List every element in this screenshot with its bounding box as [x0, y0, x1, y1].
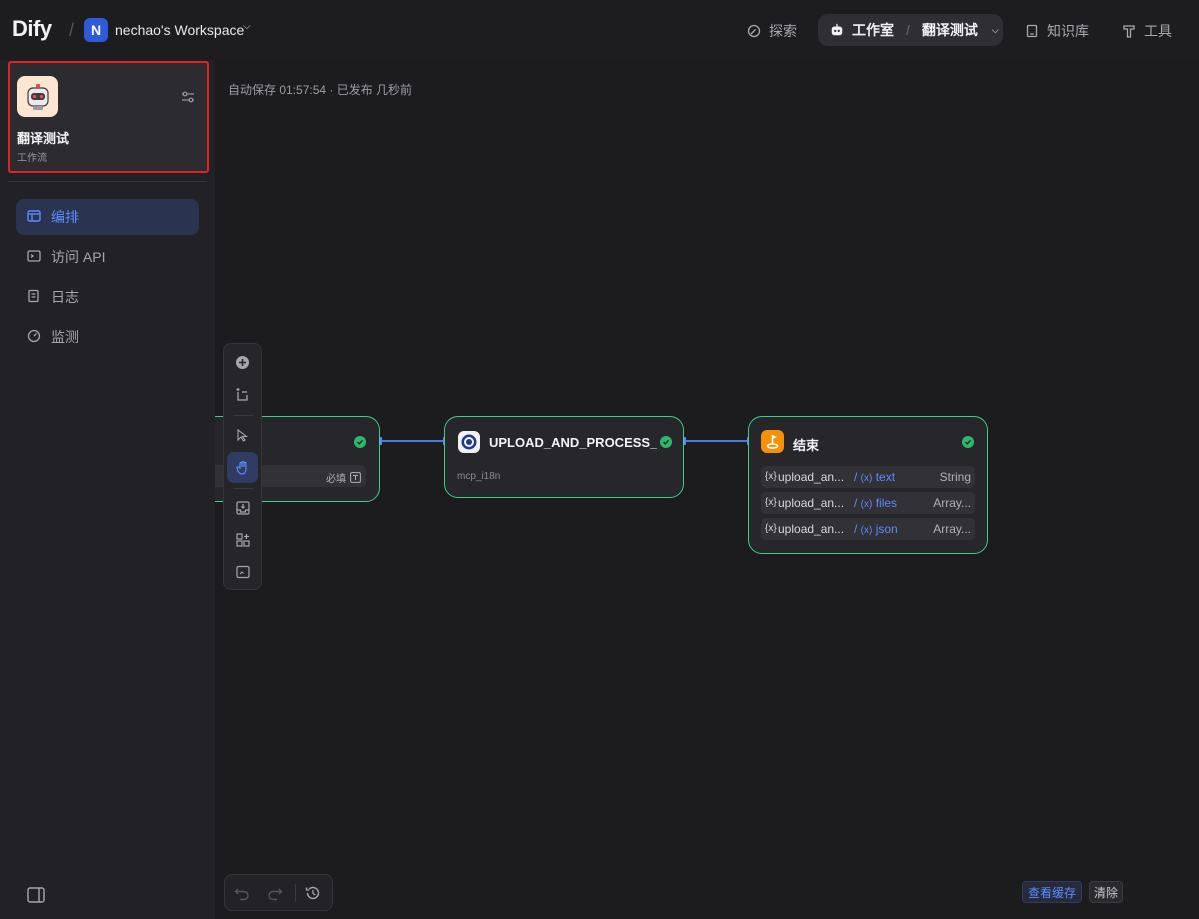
sidebar-item-label: 日志 — [51, 289, 79, 305]
robot-icon — [26, 83, 49, 110]
ref-name: json — [875, 522, 898, 536]
clear-button[interactable]: 清除 — [1089, 881, 1124, 903]
book-icon — [1025, 24, 1039, 38]
divider — [233, 415, 253, 416]
output-variable-row[interactable]: {x} upload_an... / (x) files Array... — [761, 492, 975, 514]
success-check-icon — [660, 436, 672, 448]
app-type: 工作流 — [17, 153, 47, 164]
nav-knowledge-label: 知识库 — [1047, 23, 1089, 39]
nav-knowledge[interactable]: 知识库 — [1025, 18, 1089, 44]
mcp-tool-icon — [458, 431, 480, 458]
success-check-icon — [354, 436, 366, 448]
variable-icon: {x} — [765, 497, 777, 508]
output-variable-name: upload_an... — [778, 522, 845, 536]
nav-explore[interactable]: 探索 — [747, 18, 797, 44]
hammer-icon — [1122, 24, 1136, 38]
app-avatar — [17, 76, 58, 117]
workspace-avatar[interactable]: N — [84, 18, 108, 42]
tool-node-provider: mcp_i18n — [457, 471, 501, 482]
app-name: 翻译测试 — [17, 131, 70, 146]
sidebar-item-monitoring[interactable]: 监测 — [16, 319, 199, 355]
ref-name: files — [875, 496, 898, 510]
sidebar: 翻译测试 工作流 编排 访问 API 日志 监测 — [0, 60, 215, 919]
variable-icon: {x} — [765, 471, 777, 482]
variable-icon: (x) — [860, 473, 873, 484]
end-node-title: 结束 — [793, 438, 820, 453]
export-image-icon[interactable] — [227, 492, 258, 523]
nav-explore-label: 探索 — [769, 23, 797, 39]
pointer-icon[interactable] — [227, 420, 258, 451]
breadcrumb-separator: / — [906, 22, 910, 38]
tool-node[interactable]: UPLOAD_AND_PROCESS_I mcp_i18n — [444, 416, 684, 498]
output-variable-type: Array... — [933, 496, 971, 510]
compass-icon — [747, 24, 761, 38]
variable-icon: (x) — [860, 525, 873, 536]
current-app-label[interactable]: 翻译测试 — [922, 20, 978, 40]
sidebar-item-logs[interactable]: 日志 — [16, 279, 199, 315]
document-icon — [27, 289, 41, 306]
output-variable-type: Array... — [933, 522, 971, 536]
nav-tools[interactable]: 工具 — [1122, 18, 1172, 44]
settings-sliders-icon[interactable] — [180, 89, 196, 105]
end-flag-icon — [761, 430, 784, 458]
redo-icon[interactable] — [267, 885, 283, 906]
layout-icon — [27, 209, 41, 226]
sidebar-item-label: 访问 API — [51, 249, 106, 265]
edge-start-tool[interactable] — [380, 440, 444, 442]
divider — [8, 181, 207, 182]
chevron-down-icon[interactable]: ⌵ — [243, 21, 251, 32]
terminal-icon — [27, 249, 41, 266]
sidebar-item-label: 监测 — [51, 329, 79, 345]
view-cache-button[interactable]: 查看缓存 — [1022, 881, 1083, 903]
divider — [233, 488, 253, 489]
history-icon[interactable] — [305, 885, 321, 906]
nav-studio-label: 工作室 — [852, 22, 894, 38]
history-toolbar — [224, 874, 333, 911]
nav-tools-label: 工具 — [1144, 23, 1172, 39]
chevron-down-icon[interactable]: ⌵ — [992, 25, 999, 36]
text-input-icon — [350, 470, 361, 488]
sidebar-item-label: 编排 — [51, 209, 79, 225]
sidebar-collapse-icon[interactable] — [27, 887, 45, 903]
sidebar-item-api[interactable]: 访问 API — [16, 239, 199, 275]
output-variable-type: String — [939, 470, 971, 484]
autosave-status: 自动保存 01:57:54 · 已发布 几秒前 — [228, 83, 413, 97]
app-info-card[interactable]: 翻译测试 工作流 — [8, 61, 209, 173]
output-variable-ref: / (x) text — [854, 470, 896, 484]
ref-name: text — [875, 470, 896, 484]
add-note-icon[interactable] — [227, 379, 258, 410]
hand-icon[interactable] — [227, 452, 258, 483]
dify-logo[interactable]: Dify — [12, 16, 52, 42]
canvas-toolbar — [223, 343, 262, 590]
output-variable-ref: / (x) json — [854, 522, 898, 536]
minimap-icon[interactable] — [227, 556, 258, 587]
required-label: 必填 — [326, 474, 346, 485]
output-variable-ref: / (x) files — [854, 496, 898, 510]
end-node[interactable]: 结束 {x} upload_an... / (x) text String {x… — [748, 416, 988, 554]
nav-studio[interactable]: 工作室 / 翻译测试 ⌵ — [818, 14, 1003, 46]
breadcrumb-separator: / — [69, 20, 75, 40]
sidebar-item-orchestrate[interactable]: 编排 — [16, 199, 199, 235]
success-check-icon — [962, 436, 974, 448]
divider — [295, 884, 296, 902]
undo-icon[interactable] — [234, 885, 250, 906]
tool-node-title: UPLOAD_AND_PROCESS_I — [489, 435, 657, 450]
variable-icon: {x} — [765, 523, 777, 534]
output-variable-name: upload_an... — [778, 470, 845, 484]
top-bar: Dify / N nechao's Workspace ⌵ 探索 工作室 / 翻… — [0, 0, 1199, 60]
gauge-icon — [27, 329, 41, 346]
workspace-name[interactable]: nechao's Workspace — [115, 22, 244, 38]
organize-blocks-icon[interactable] — [227, 524, 258, 555]
variable-icon: (x) — [860, 499, 873, 510]
output-variable-row[interactable]: {x} upload_an... / (x) text String — [761, 466, 975, 488]
robot-icon — [830, 23, 844, 37]
workflow-canvas[interactable]: 自动保存 01:57:54 · 已发布 几秒前 必填 UPLOAD_AND_PR… — [215, 60, 1199, 919]
edge-tool-end[interactable] — [684, 440, 748, 442]
output-variable-name: upload_an... — [778, 496, 845, 510]
output-variable-row[interactable]: {x} upload_an... / (x) json Array... — [761, 518, 975, 540]
add-node-icon[interactable] — [227, 347, 258, 378]
